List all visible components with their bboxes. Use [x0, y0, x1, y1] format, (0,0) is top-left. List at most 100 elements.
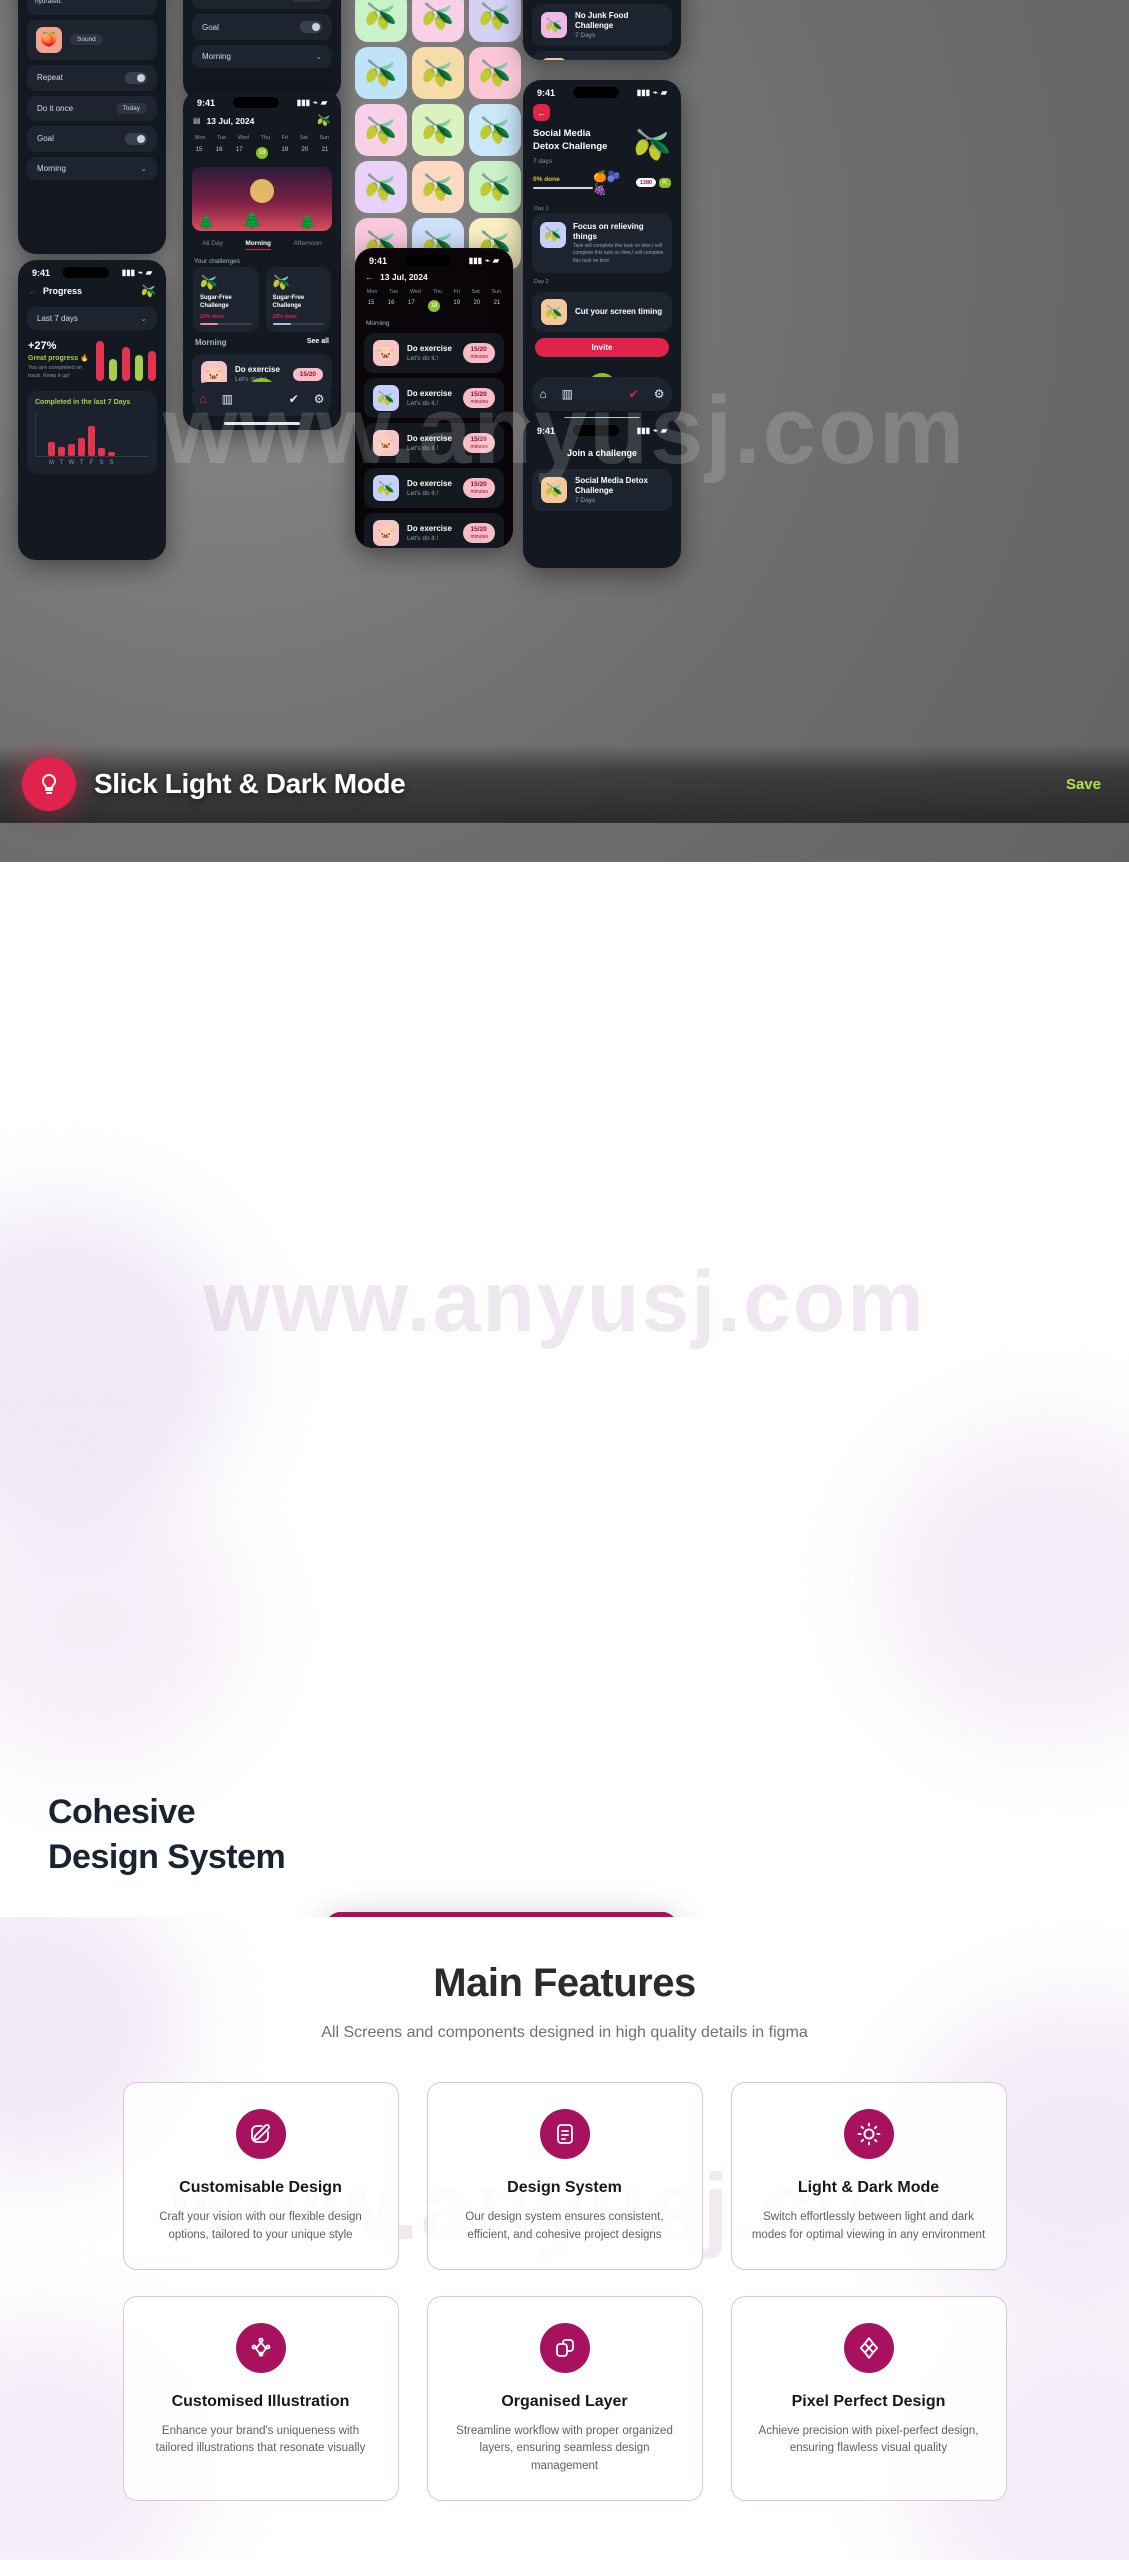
hero-illustration: 🌲 🌲 🌲 — [192, 167, 332, 231]
feature-card-customised-illustration[interactable]: Customised Illustration Enhance your bra… — [122, 2295, 399, 2502]
save-label[interactable]: Save — [1066, 776, 1101, 793]
task-row[interactable]: 🫒 Do exercise Let's do it.! 15/20 minutes — [364, 468, 504, 508]
do-once-row[interactable]: Do it once Today — [192, 0, 332, 9]
settings-icon[interactable]: ⚙ — [654, 387, 665, 401]
banner-title: Slick Light & Dark Mode — [94, 768, 406, 799]
status-bar: 9:41 ▮▮▮ ⌁ ▰ — [18, 260, 166, 280]
wifi-icon: ⌁ — [653, 88, 658, 97]
status-bar: 9:41 ▮▮▮ ⌁ ▰ — [523, 418, 681, 438]
stats-icon[interactable]: ▥ — [222, 392, 233, 406]
repeat-row[interactable]: Repeat — [27, 64, 157, 91]
challenge-list-item[interactable]: 🫒 Social Media Detox7 Days — [532, 51, 672, 60]
progress-percent: +27% — [28, 339, 57, 352]
feature-card-pixel-perfect-design[interactable]: Pixel Perfect Design Achieve precision w… — [730, 2295, 1007, 2502]
signal-icon: ▮▮▮ — [121, 268, 136, 277]
back-button[interactable]: ← — [533, 104, 550, 121]
goal-row[interactable]: Goal — [192, 14, 332, 40]
range-selector[interactable]: Last 7 days ⌄ — [27, 307, 157, 330]
see-all-link[interactable]: See all — [307, 338, 329, 345]
task-row[interactable]: 🫒 Do exercise Let's do it.! 15/20 minutes — [364, 378, 504, 418]
range-label: Last 7 days — [37, 314, 78, 323]
day1-task[interactable]: 🫒 Focus on relieving things Task will co… — [532, 213, 672, 274]
task-row[interactable]: 🐷 Do exercise Let's do it.! 15/20 minutes — [364, 423, 504, 463]
feature-card-light-dark-mode[interactable]: Light & Dark Mode Switch effortlessly be… — [730, 2082, 1007, 2270]
cohesive-design-system-section: Cohesive Design System Color style A. Br… — [0, 862, 1129, 1917]
goal-label: Goal — [37, 134, 54, 143]
repeat-label: Repeat — [37, 73, 63, 82]
chart-title: Completed in the last 7 Days — [35, 399, 131, 406]
sound-label: Sound — [70, 34, 103, 45]
goal-row[interactable]: Goal — [27, 125, 157, 152]
goal-toggle[interactable] — [125, 132, 147, 145]
morning-label: Morning — [202, 52, 231, 61]
notch — [572, 87, 619, 98]
tab-all-day: All Day — [202, 240, 223, 247]
home-icon[interactable]: ⌂ — [199, 392, 206, 406]
beet-icon: 🫒 — [141, 284, 156, 298]
calendar-date: 13 Jul, 2024 — [380, 272, 428, 282]
done-label: 0% done — [533, 176, 560, 184]
join-list-item[interactable]: 🫒 Social Media Detox Challenge 7 Days — [532, 469, 672, 511]
settings-icon[interactable]: ⚙ — [314, 392, 325, 406]
progress-headline: Great progress 🔥 — [28, 354, 89, 362]
phone-mockup-reminder: Tap the logo to select new logo creative… — [18, 0, 166, 254]
check-icon[interactable]: ✔ — [289, 392, 299, 406]
home-icon[interactable]: ⌂ — [539, 387, 546, 401]
repeat-toggle[interactable] — [125, 71, 147, 84]
sound-row[interactable]: 🍑 Sound — [27, 19, 157, 60]
feature-card-organised-layer[interactable]: Organised Layer Streamline workflow with… — [426, 2295, 703, 2502]
weekday-row: Mon Tue Wed Thu Fri Sat Sun — [366, 289, 502, 295]
title-line-1: Cohesive — [48, 1793, 196, 1831]
pen-tool-icon — [235, 2322, 286, 2373]
back-arrow-icon[interactable]: ← — [365, 272, 374, 282]
progress-title: Progress — [43, 286, 83, 296]
tab-row[interactable]: All Day Morning Afternoon — [183, 237, 341, 253]
sun-icon — [843, 2109, 894, 2159]
goal-toggle[interactable] — [300, 21, 322, 33]
layers-icon — [539, 2322, 590, 2373]
morning-row[interactable]: Morning ⌄ — [27, 156, 157, 180]
day-number-row[interactable]: 15 16 17 18 19 20 21 — [183, 145, 341, 161]
phone-mockup-tasklist: 9:41 ▮▮▮ ⌁ ▰ ← 13 Jul, 2024 Mon Tue Wed Thu Fr… — [355, 248, 513, 548]
signal-icon: ▮▮▮ — [636, 426, 651, 435]
morning-label: Morning — [37, 163, 66, 173]
progress-caption: You are completed on track. Keep it up! — [28, 364, 83, 379]
tab-morning: Morning — [245, 240, 271, 250]
document-list-icon — [539, 2109, 590, 2159]
challenge-list-item[interactable]: 🫒 No Junk Food Challenge 7 Days — [532, 4, 672, 46]
phone-mockup-progress: 9:41 ▮▮▮ ⌁ ▰ ← Progress 🫒 Last 7 days ⌄ +2… — [18, 260, 166, 560]
do-once-row[interactable]: Do it once Today — [27, 95, 157, 121]
challenge-card[interactable]: 🫒 Sugar-Free Challenge 20% done — [193, 267, 259, 333]
home-indicator — [224, 422, 300, 425]
wifi-icon: ⌁ — [313, 98, 318, 107]
chevron-down-icon: ⌄ — [140, 163, 147, 173]
wifi-icon: ⌁ — [138, 268, 143, 277]
feature-title: Customised Illustration — [171, 2392, 350, 2410]
feature-desc: Craft your vision with our flexible desi… — [159, 2211, 362, 2241]
status-icons: ▮▮▮ ⌁ ▰ — [637, 426, 667, 435]
bottom-tab-bar[interactable]: ⌂ ▥ ✔ ⚙ — [532, 377, 672, 411]
day-number-row[interactable]: 15 16 17 18 19 20 21 — [355, 298, 513, 314]
profile-icon[interactable]: 🫒 — [317, 114, 331, 127]
morning-row[interactable]: Morning ⌄ — [192, 45, 332, 68]
decorative-blob — [0, 1202, 240, 1532]
status-icons: ▮▮▮ ⌁ ▰ — [469, 256, 499, 265]
stats-icon[interactable]: ▥ — [562, 387, 573, 401]
task-row[interactable]: 🐷 Do exercise Let's do it.! 15/20 minutes — [364, 513, 504, 548]
challenge-card[interactable]: 🫒 Sugar-Free Challenge 20% done — [265, 267, 331, 333]
edit-pencil-icon — [235, 2109, 286, 2159]
feature-card-customisable-design[interactable]: Customisable Design Craft your vision wi… — [122, 2082, 399, 2270]
battery-icon: ▰ — [320, 98, 327, 107]
check-icon[interactable]: ✔ — [629, 387, 639, 401]
bottom-tab-bar[interactable]: ⌂ ▥ ✔ ⚙ — [192, 382, 332, 416]
back-arrow-icon[interactable]: ← — [28, 286, 37, 296]
status-time: 9:41 — [197, 97, 216, 108]
feature-card-design-system[interactable]: Design System Our design system ensures … — [426, 2082, 703, 2270]
share-icon[interactable]: ⇱ — [659, 177, 671, 188]
status-icons: ▮▮▮ ⌁ ▰ — [122, 268, 152, 277]
invite-button[interactable]: Invite — [535, 338, 669, 358]
task-row[interactable]: 🐷 Do exercise Let's do it.! 15/20 minutes — [364, 333, 504, 373]
day2-task[interactable]: 🫒 Cut your screen timing — [532, 292, 672, 333]
mockup-showcase-band: Tap the logo to select new logo creative… — [0, 0, 1129, 862]
phone-mockup-challenge-detail: 9:41 ▮▮▮ ⌁ ▰ ← Social Media Detox Challeng… — [523, 80, 681, 425]
